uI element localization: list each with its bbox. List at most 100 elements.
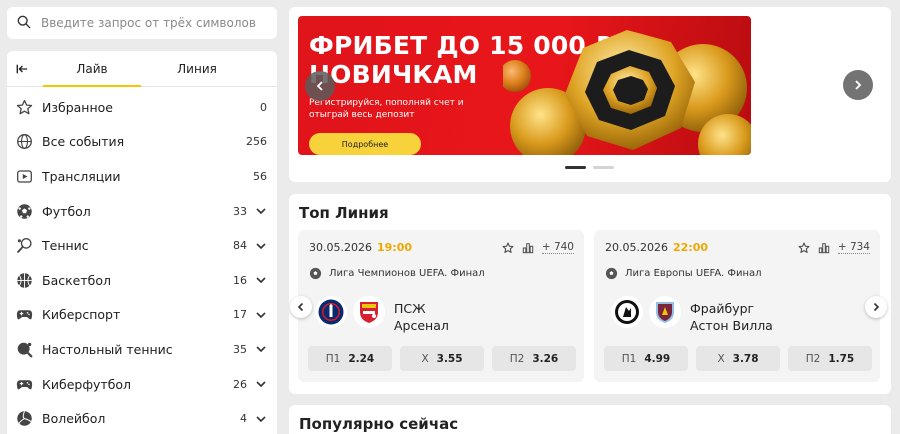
sidebar-item-favorites[interactable]: Избранное 0 — [7, 90, 277, 125]
arsenal-logo — [353, 296, 385, 328]
sidebar-item-volleyball[interactable]: Волейбол 4 — [7, 401, 277, 434]
tab-live[interactable]: Лайв — [37, 51, 147, 87]
tab-line[interactable]: Линия — [147, 51, 247, 86]
sidebar-item-basketball[interactable]: Баскетбол 16 — [7, 263, 277, 298]
sidebar-item-count: 0 — [260, 100, 267, 114]
odds-row: П1 2.24 Х 3.55 П2 3.26 — [308, 346, 576, 371]
stats-icon[interactable] — [522, 242, 534, 254]
chevron-left-icon — [316, 81, 323, 91]
odds-label: Х — [717, 352, 725, 365]
banner-subtitle: Регистрируйся, пополняй счет и отыграй в… — [309, 98, 464, 120]
sidebar-item-label: Теннис — [42, 238, 89, 254]
globe-icon — [15, 133, 33, 151]
odds-value: 2.24 — [348, 352, 375, 365]
chevron-down-icon[interactable] — [247, 378, 267, 390]
chevron-down-icon[interactable] — [247, 309, 267, 321]
match-time: 22:00 — [672, 241, 708, 254]
team-logos — [611, 296, 681, 328]
sidebar-item-label: Киберспорт — [42, 307, 121, 323]
more-markets-link[interactable]: + 740 — [541, 241, 574, 254]
odds-label: П1 — [621, 352, 637, 365]
psg-logo — [315, 296, 347, 328]
chevron-down-icon[interactable] — [247, 343, 267, 355]
sidebar-item-count: 256 — [246, 135, 267, 149]
match-tools: + 740 — [502, 241, 574, 254]
tennis-racket-icon — [15, 237, 33, 255]
odds-button-x[interactable]: Х 3.55 — [400, 346, 484, 371]
gold-coin-illustration — [503, 30, 751, 155]
sidebar-item-tennis[interactable]: Теннис 84 — [7, 228, 277, 263]
odds-value: 3.26 — [532, 352, 559, 365]
chevron-left-icon — [297, 302, 304, 312]
tab-line-label: Линия — [177, 61, 217, 76]
soccer-ball-icon — [15, 202, 33, 220]
odds-row: П1 4.99 Х 3.78 П2 1.75 — [604, 346, 872, 371]
sidebar-item-table-tennis[interactable]: Настольный теннис 35 — [7, 332, 277, 367]
sidebar-item-count: 16 — [233, 273, 247, 287]
match-card-2[interactable]: 20.05.2026 22:00 + 734 Лига Европы UEFA.… — [594, 230, 880, 382]
sidebar-item-cyberfootball[interactable]: Киберфутбол 26 — [7, 367, 277, 402]
chevron-right-icon — [855, 80, 862, 90]
sports-list: Избранное 0 Все события 256 Трансляции 5… — [7, 87, 277, 434]
sidebar-item-label: Киберфутбол — [42, 376, 132, 392]
match-date: 30.05.2026 — [309, 241, 372, 254]
team-logos — [315, 296, 385, 328]
match-teams: ПСЖ Арсенал — [394, 300, 449, 334]
sidebar-item-count: 26 — [233, 377, 247, 391]
match-teams: Фрайбург Астон Вилла — [690, 300, 773, 334]
odds-button-p2[interactable]: П2 1.75 — [788, 346, 872, 371]
carousel-dot[interactable] — [593, 166, 614, 169]
team-home: Фрайбург — [690, 301, 755, 316]
sidebar-item-count: 35 — [233, 342, 247, 356]
chevron-down-icon[interactable] — [247, 240, 267, 252]
search-box[interactable] — [7, 7, 277, 39]
sidebar-item-count: 56 — [253, 169, 267, 183]
match-time: 19:00 — [376, 241, 412, 254]
chevron-down-icon[interactable] — [247, 205, 267, 217]
odds-label: П2 — [509, 352, 525, 365]
collapse-sidebar-icon[interactable] — [7, 51, 37, 86]
match-date: 20.05.2026 — [605, 241, 668, 254]
carousel-prev-button[interactable] — [305, 71, 335, 101]
odds-button-x[interactable]: Х 3.78 — [696, 346, 780, 371]
banner-details-button[interactable]: Подробнее — [309, 133, 421, 155]
star-icon[interactable] — [798, 242, 810, 254]
search-input[interactable] — [41, 16, 271, 30]
more-markets-link[interactable]: + 734 — [837, 241, 870, 254]
basketball-icon — [15, 271, 33, 289]
match-league: Лига Чемпионов UEFA. Финал — [309, 267, 485, 280]
sidebar-item-label: Все события — [42, 134, 125, 150]
match-header: 20.05.2026 22:00 + 734 — [605, 241, 870, 254]
sidebar-item-all-events[interactable]: Все события 256 — [7, 125, 277, 160]
stats-icon[interactable] — [818, 242, 830, 254]
sidebar-item-broadcasts[interactable]: Трансляции 56 — [7, 159, 277, 194]
star-icon[interactable] — [502, 242, 514, 254]
sidebar-item-count: 84 — [233, 239, 247, 253]
top-line-next-button[interactable] — [865, 296, 887, 318]
volleyball-icon — [15, 410, 33, 428]
odds-button-p2[interactable]: П2 3.26 — [492, 346, 576, 371]
top-line-title: Топ Линия — [299, 204, 389, 222]
odds-button-p1[interactable]: П1 4.99 — [604, 346, 688, 371]
match-header: 30.05.2026 19:00 + 740 — [309, 241, 574, 254]
top-line-prev-button[interactable] — [290, 296, 312, 318]
chevron-down-icon[interactable] — [247, 274, 267, 286]
ping-pong-icon — [15, 340, 33, 358]
gamepad-icon — [15, 375, 33, 393]
team-home: ПСЖ — [394, 301, 426, 316]
carousel-dot-active[interactable] — [565, 166, 586, 169]
chevron-down-icon[interactable] — [247, 413, 267, 425]
play-icon — [15, 167, 33, 185]
team-away: Астон Вилла — [690, 318, 773, 333]
promo-banner[interactable]: ФРИБЕТ ДО 15 000 ₽ НОВИЧКАМ Регистрируйся… — [298, 16, 751, 155]
odds-button-p1[interactable]: П1 2.24 — [308, 346, 392, 371]
sidebar-item-esports[interactable]: Киберспорт 17 — [7, 298, 277, 333]
sidebar-item-football[interactable]: Футбол 33 — [7, 194, 277, 229]
search-icon — [17, 14, 31, 33]
match-card-1[interactable]: 30.05.2026 19:00 + 740 Лига Чемпионов UE… — [298, 230, 584, 382]
gamepad-icon — [15, 306, 33, 324]
popular-now-title: Популярно сейчас — [299, 415, 459, 433]
carousel-next-button[interactable] — [843, 70, 873, 100]
sidebar-tabs: Лайв Линия — [7, 51, 277, 87]
aston-villa-logo — [649, 296, 681, 328]
